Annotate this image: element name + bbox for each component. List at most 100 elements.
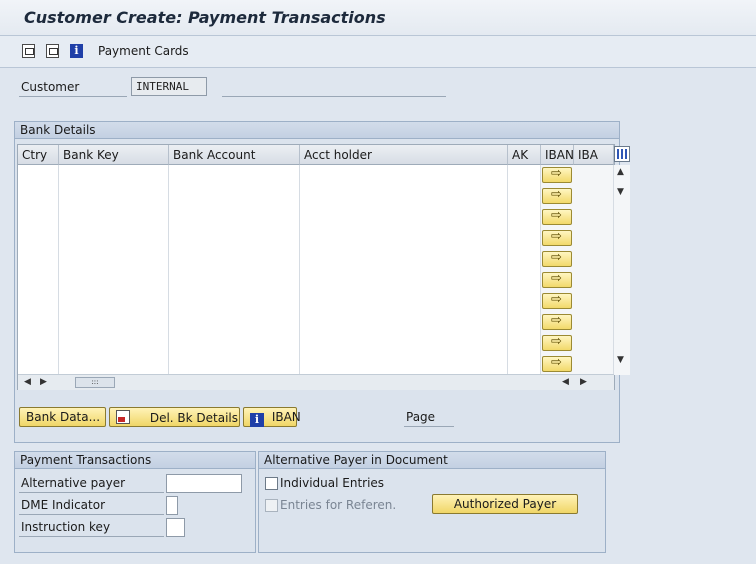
table-cell[interactable] (169, 270, 300, 291)
iban-detail-button[interactable] (542, 229, 572, 246)
table-cell[interactable] (59, 165, 169, 186)
table-cell[interactable] (169, 354, 300, 375)
table-cell[interactable] (169, 249, 300, 270)
table-cell[interactable] (169, 291, 300, 312)
table-cell[interactable] (18, 312, 59, 333)
table-cell[interactable] (18, 165, 59, 186)
table-row (18, 249, 614, 270)
del-bk-details-button[interactable]: Del. Bk Details (109, 407, 240, 427)
table-cell[interactable] (508, 207, 541, 228)
table-cell[interactable] (169, 333, 300, 354)
payment-cards-button[interactable]: Payment Cards (98, 44, 189, 58)
table-cell[interactable] (18, 270, 59, 291)
page-label: Page (406, 410, 436, 424)
previous-screen-icon[interactable] (22, 44, 35, 58)
authorized-payer-button[interactable]: Authorized Payer (432, 494, 578, 514)
col-iba[interactable]: IBA (574, 145, 614, 165)
table-cell[interactable] (300, 333, 508, 354)
info-icon[interactable]: i (70, 44, 83, 58)
col-ctry[interactable]: Ctry (18, 145, 59, 165)
table-cell[interactable] (59, 228, 169, 249)
table-cell[interactable] (508, 312, 541, 333)
table-cell[interactable] (300, 270, 508, 291)
table-cell[interactable] (300, 228, 508, 249)
table-cell[interactable] (508, 249, 541, 270)
page-field[interactable] (404, 426, 454, 427)
table-cell[interactable] (300, 186, 508, 207)
scroll-right-icon[interactable]: ▶ (40, 377, 47, 387)
dme-indicator-input[interactable] (166, 496, 178, 515)
table-cell[interactable] (59, 354, 169, 375)
horizontal-scrollbar[interactable]: ◀ ▶ ::: ◀ ▶ (18, 374, 614, 390)
table-cell[interactable] (300, 249, 508, 270)
table-cell[interactable] (508, 270, 541, 291)
iban-detail-button[interactable] (542, 166, 572, 183)
table-cell[interactable] (300, 312, 508, 333)
scroll-down-icon[interactable]: ▼ (617, 355, 624, 365)
iban-detail-button[interactable] (542, 292, 572, 309)
scroll-down-page-icon[interactable]: ▼ (617, 187, 624, 197)
individual-entries-checkbox[interactable] (265, 477, 278, 490)
iban-detail-button[interactable] (542, 271, 572, 288)
alternative-payer-input[interactable] (166, 474, 242, 493)
customer-field: INTERNAL (131, 77, 207, 96)
table-cell[interactable] (59, 312, 169, 333)
table-cell[interactable] (59, 291, 169, 312)
table-cell[interactable] (508, 165, 541, 186)
table-cell[interactable] (18, 228, 59, 249)
iban-detail-button[interactable] (542, 355, 572, 372)
table-cell[interactable] (18, 207, 59, 228)
alt-payer-document-title: Alternative Payer in Document (259, 452, 605, 469)
scroll-left-icon[interactable]: ◀ (24, 377, 31, 387)
iban-detail-button[interactable] (542, 313, 572, 330)
table-cell[interactable] (169, 207, 300, 228)
scroll-up-icon[interactable]: ▲ (617, 167, 624, 177)
table-cell[interactable] (508, 291, 541, 312)
table-cell[interactable] (169, 165, 300, 186)
bank-data-button[interactable]: Bank Data... (19, 407, 106, 427)
col-iban[interactable]: IBAN (541, 145, 574, 165)
table-cell[interactable] (508, 354, 541, 375)
table-cell[interactable] (508, 186, 541, 207)
table-cell[interactable] (18, 186, 59, 207)
iban-label: IBAN (271, 410, 301, 424)
table-settings-icon[interactable] (614, 146, 630, 162)
table-row (18, 186, 614, 207)
table-cell[interactable] (59, 270, 169, 291)
iban-detail-button[interactable] (542, 208, 572, 225)
table-cell[interactable] (59, 207, 169, 228)
customer-label-underline (19, 96, 127, 97)
table-cell[interactable] (300, 354, 508, 375)
table-cell[interactable] (300, 165, 508, 186)
table-cell[interactable] (300, 207, 508, 228)
table-cell[interactable] (18, 249, 59, 270)
col-acct-holder[interactable]: Acct holder (300, 145, 508, 165)
col-bank-account[interactable]: Bank Account (169, 145, 300, 165)
table-cell[interactable] (169, 186, 300, 207)
iban-detail-button[interactable] (542, 334, 572, 351)
iban-detail-button[interactable] (542, 250, 572, 267)
table-cell[interactable] (59, 333, 169, 354)
table-cell[interactable] (59, 186, 169, 207)
table-cell[interactable] (59, 249, 169, 270)
table-cell[interactable] (18, 333, 59, 354)
table-cell[interactable] (508, 228, 541, 249)
table-row (18, 165, 614, 186)
table-row (18, 312, 614, 333)
scroll-right-end-icon[interactable]: ▶ (580, 377, 587, 387)
table-cell[interactable] (508, 333, 541, 354)
col-bank-key[interactable]: Bank Key (59, 145, 169, 165)
scroll-left-end-icon[interactable]: ◀ (562, 377, 569, 387)
table-cell[interactable] (300, 291, 508, 312)
vertical-scrollbar[interactable]: ▲ ▼ ▼ (614, 165, 630, 375)
table-cell[interactable] (169, 312, 300, 333)
col-ak[interactable]: AK (508, 145, 541, 165)
scroll-thumb[interactable]: ::: (75, 377, 115, 388)
table-cell[interactable] (169, 228, 300, 249)
next-screen-icon[interactable] (46, 44, 59, 58)
table-cell[interactable] (18, 291, 59, 312)
iban-detail-button[interactable] (542, 187, 572, 204)
iban-button[interactable]: i IBAN (243, 407, 301, 427)
instruction-key-input[interactable] (166, 518, 185, 537)
table-cell[interactable] (18, 354, 59, 375)
